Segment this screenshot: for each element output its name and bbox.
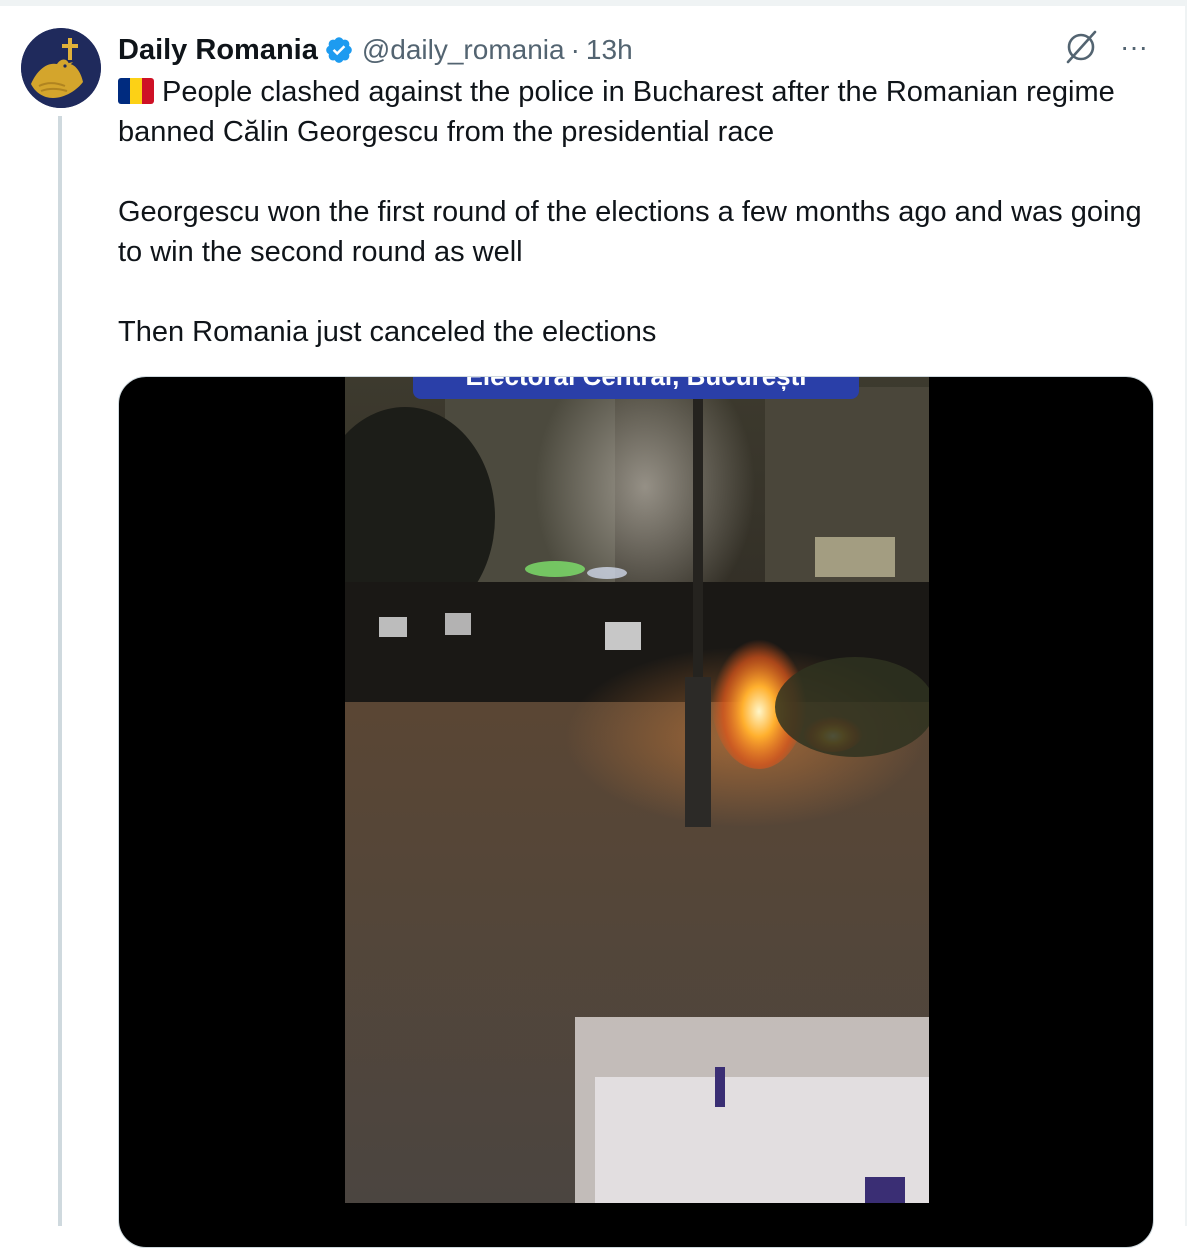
avatar[interactable] <box>21 28 101 108</box>
video-frame[interactable]: Electoral Central, București <box>345 377 929 1203</box>
tweet-paragraph-1: People clashed against the police in Buc… <box>118 72 1158 152</box>
user-handle[interactable]: @daily_romania <box>362 34 565 66</box>
card-right-border <box>1185 0 1187 1226</box>
tweet-header: Daily Romania @daily_romania · 13h <box>118 30 633 70</box>
romania-flag-icon <box>118 78 154 104</box>
tweet-media-video[interactable]: Electoral Central, București <box>118 376 1154 1248</box>
tweet-text: People clashed against the police in Buc… <box>118 72 1158 352</box>
card-top-border <box>0 0 1187 6</box>
video-caption-banner: Electoral Central, București <box>413 377 859 399</box>
verified-badge-icon[interactable] <box>324 35 354 65</box>
more-options-icon[interactable]: ··· <box>1117 32 1151 62</box>
tweet-paragraph-2: Georgescu won the first round of the ele… <box>118 196 1142 268</box>
grok-icon[interactable] <box>1062 28 1100 66</box>
tweet-paragraph-3: Then Romania just canceled the elections <box>118 316 657 348</box>
protest-scene-image <box>345 377 929 1203</box>
header-separator: · <box>570 34 580 65</box>
timestamp[interactable]: 13h <box>586 34 633 66</box>
thread-line <box>58 116 62 1226</box>
eagle-cross-logo-icon <box>21 28 101 108</box>
display-name[interactable]: Daily Romania <box>118 34 318 67</box>
paragraph-1-text: People clashed against the police in Buc… <box>118 76 1115 148</box>
